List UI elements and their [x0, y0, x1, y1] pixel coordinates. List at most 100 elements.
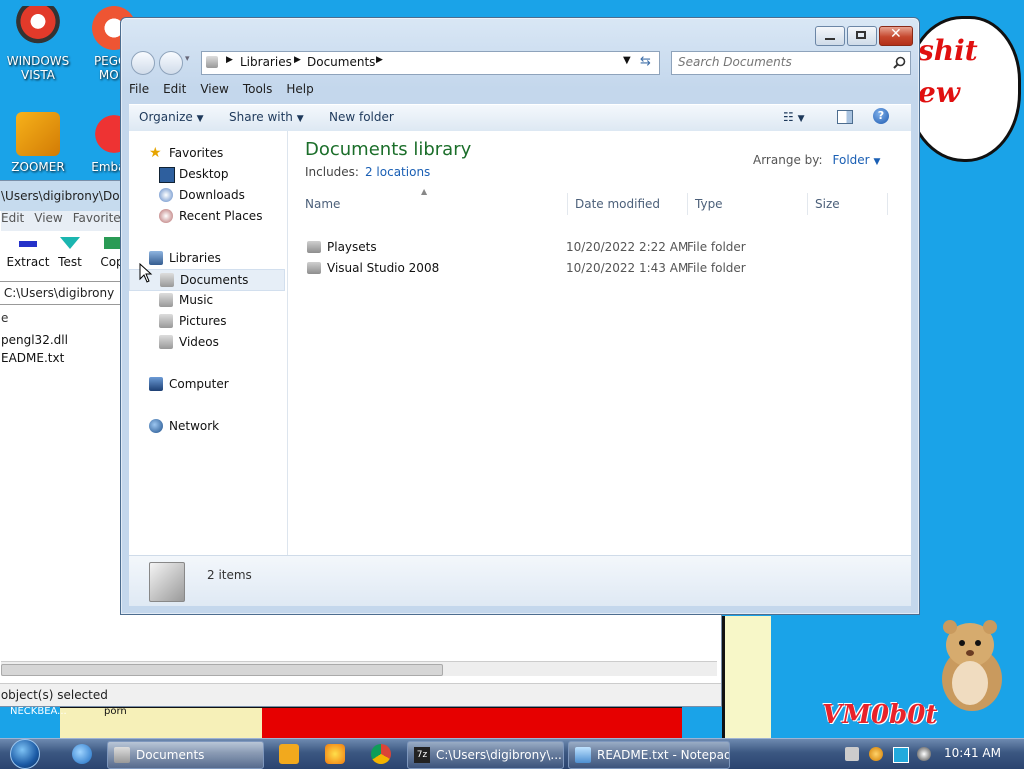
copy-icon	[104, 237, 120, 249]
bg-column-header[interactable]: e	[1, 311, 8, 325]
bg-address-bar[interactable]: C:\Users\digibrony	[0, 281, 121, 305]
folder-icon	[114, 747, 130, 763]
breadcrumb-arrow-icon[interactable]: ▶	[226, 55, 233, 65]
network-tray-icon[interactable]	[893, 747, 909, 763]
nav-libraries[interactable]: Libraries	[147, 248, 283, 268]
nav-videos[interactable]: Videos	[157, 332, 283, 352]
taskbar-button-7zip[interactable]: 7z C:\Users\digibrony\...	[407, 741, 564, 769]
preview-pane-icon[interactable]	[837, 110, 853, 124]
arrange-by: Arrange by: Folder ▼	[753, 153, 880, 167]
refresh-icon: ⇆	[640, 54, 651, 69]
explorer-window[interactable]: ✕ ▾ ▶ Libraries ▶ Documents ▶ ▼ ⇆ File Ed…	[120, 17, 920, 615]
tray-app-icon[interactable]	[845, 747, 859, 761]
internet-explorer-icon[interactable]	[72, 744, 92, 764]
menu-edit[interactable]: Edit	[163, 82, 186, 96]
app-launcher-icon[interactable]	[325, 744, 345, 764]
nav-label: Favorites	[169, 146, 224, 160]
address-bar[interactable]: ▶ Libraries ▶ Documents ▶ ▼	[201, 51, 637, 75]
nav-music[interactable]: Music	[157, 290, 283, 310]
breadcrumb-documents[interactable]: Documents	[307, 55, 375, 69]
nav-favorites[interactable]: ★ Favorites	[147, 143, 283, 163]
taskbar-button-notepad[interactable]: README.txt - Notepad	[568, 741, 730, 769]
windows-logo-icon	[10, 739, 40, 769]
nav-recent-places[interactable]: Recent Places	[157, 206, 283, 226]
menu-bar: File Edit View Tools Help	[129, 82, 328, 102]
menu-view[interactable]: View	[200, 82, 228, 96]
arrange-by-dropdown[interactable]: Folder ▼	[833, 153, 881, 167]
organize-button[interactable]: Organize ▼	[139, 110, 204, 124]
breadcrumb-libraries[interactable]: Libraries	[240, 55, 292, 69]
taskbar-button-documents[interactable]: Documents	[107, 741, 264, 769]
nav-downloads[interactable]: Downloads	[157, 185, 283, 205]
clock[interactable]: 10:41 AM	[944, 746, 1001, 760]
chrome-icon[interactable]	[371, 744, 391, 764]
table-row[interactable]: Playsets 10/20/2022 2:22 AM File folder	[307, 237, 887, 257]
bg-menu-view[interactable]: View	[34, 211, 62, 225]
share-with-button[interactable]: Share with ▼	[229, 110, 304, 124]
bg-address-text: C:\Users\digibrony	[3, 286, 115, 300]
nav-network[interactable]: Network	[147, 416, 283, 436]
table-row[interactable]: Visual Studio 2008 10/20/2022 1:43 AM Fi…	[307, 258, 887, 278]
music-icon	[159, 293, 173, 307]
address-dropdown-icon[interactable]: ▼	[623, 55, 631, 66]
taskbar-button-label: C:\Users\digibrony\...	[436, 748, 562, 762]
column-header-size[interactable]: Size	[807, 193, 888, 215]
back-button[interactable]	[131, 51, 155, 75]
bg-test-label: Test	[58, 255, 82, 269]
menu-tools[interactable]: Tools	[243, 82, 273, 96]
nav-pictures[interactable]: Pictures	[157, 311, 283, 331]
search-icon[interactable]	[893, 56, 906, 69]
chevron-down-icon: ▼	[296, 114, 304, 124]
breadcrumb-arrow-icon[interactable]: ▶	[294, 55, 301, 65]
new-folder-button[interactable]: New folder	[329, 110, 394, 124]
organize-label: Organize	[139, 110, 193, 124]
start-button[interactable]	[8, 739, 40, 769]
arrange-value: Folder	[832, 153, 870, 167]
list-item[interactable]: pengl32.dll	[1, 333, 68, 347]
minimize-button[interactable]	[815, 26, 845, 46]
wallpaper-bubble-text-1: shit	[918, 34, 978, 67]
bg-horizontal-scrollbar[interactable]	[1, 661, 717, 676]
forward-button[interactable]	[159, 51, 183, 75]
media-player-icon[interactable]	[279, 744, 299, 764]
restore-button[interactable]	[847, 26, 877, 46]
tray-search-icon[interactable]	[869, 747, 883, 761]
list-item[interactable]: EADME.txt	[1, 351, 64, 365]
nav-label: Pictures	[179, 314, 227, 328]
desktop-icon-zoomer[interactable]: ZOOMER	[0, 112, 76, 174]
column-header-type[interactable]: Type	[687, 193, 808, 215]
nav-desktop[interactable]: Desktop	[157, 164, 283, 184]
navigation-pane: ★ Favorites Desktop Downloads Recent Pla…	[129, 131, 288, 555]
bg-test-button[interactable]: Test	[47, 237, 93, 269]
nav-computer[interactable]: Computer	[147, 374, 283, 394]
search-input[interactable]	[672, 52, 888, 72]
volume-icon[interactable]	[917, 747, 931, 761]
recent-pages-chevron-icon[interactable]: ▾	[185, 54, 190, 64]
desktop-icon-windows-vista[interactable]: WINDOWS VISTA	[0, 6, 76, 82]
bg-extract-button[interactable]: Extract	[5, 237, 51, 269]
bg-menu-edit[interactable]: Edit	[1, 211, 24, 225]
column-label: Type	[695, 197, 723, 211]
search-box[interactable]	[671, 51, 911, 75]
minimize-icon	[825, 38, 835, 40]
network-icon	[149, 419, 163, 433]
row-type: File folder	[687, 261, 746, 275]
refresh-button[interactable]: ⇆	[635, 51, 660, 75]
column-header-date-modified[interactable]: Date modified	[567, 193, 688, 215]
menu-help[interactable]: Help	[286, 82, 313, 96]
bg-scrollbar-thumb[interactable]	[1, 664, 443, 676]
locations-link[interactable]: 2 locations	[365, 165, 430, 179]
close-button[interactable]: ✕	[879, 26, 913, 46]
column-header-name[interactable]: Name	[297, 193, 568, 215]
column-label: Date modified	[575, 197, 661, 211]
view-list-icon: ☷	[783, 110, 794, 124]
library-large-icon	[149, 562, 185, 602]
breadcrumb-arrow-icon[interactable]: ▶	[376, 55, 383, 65]
folder-icon	[307, 241, 321, 253]
bg-menu-favorites[interactable]: Favorite	[73, 211, 121, 225]
help-icon[interactable]: ?	[873, 108, 889, 124]
menu-file[interactable]: File	[129, 82, 149, 96]
change-view-button[interactable]: ☷ ▼	[783, 110, 805, 124]
desktop-icon-label: WINDOWS	[6, 54, 70, 68]
mouse-cursor-icon	[139, 263, 153, 283]
